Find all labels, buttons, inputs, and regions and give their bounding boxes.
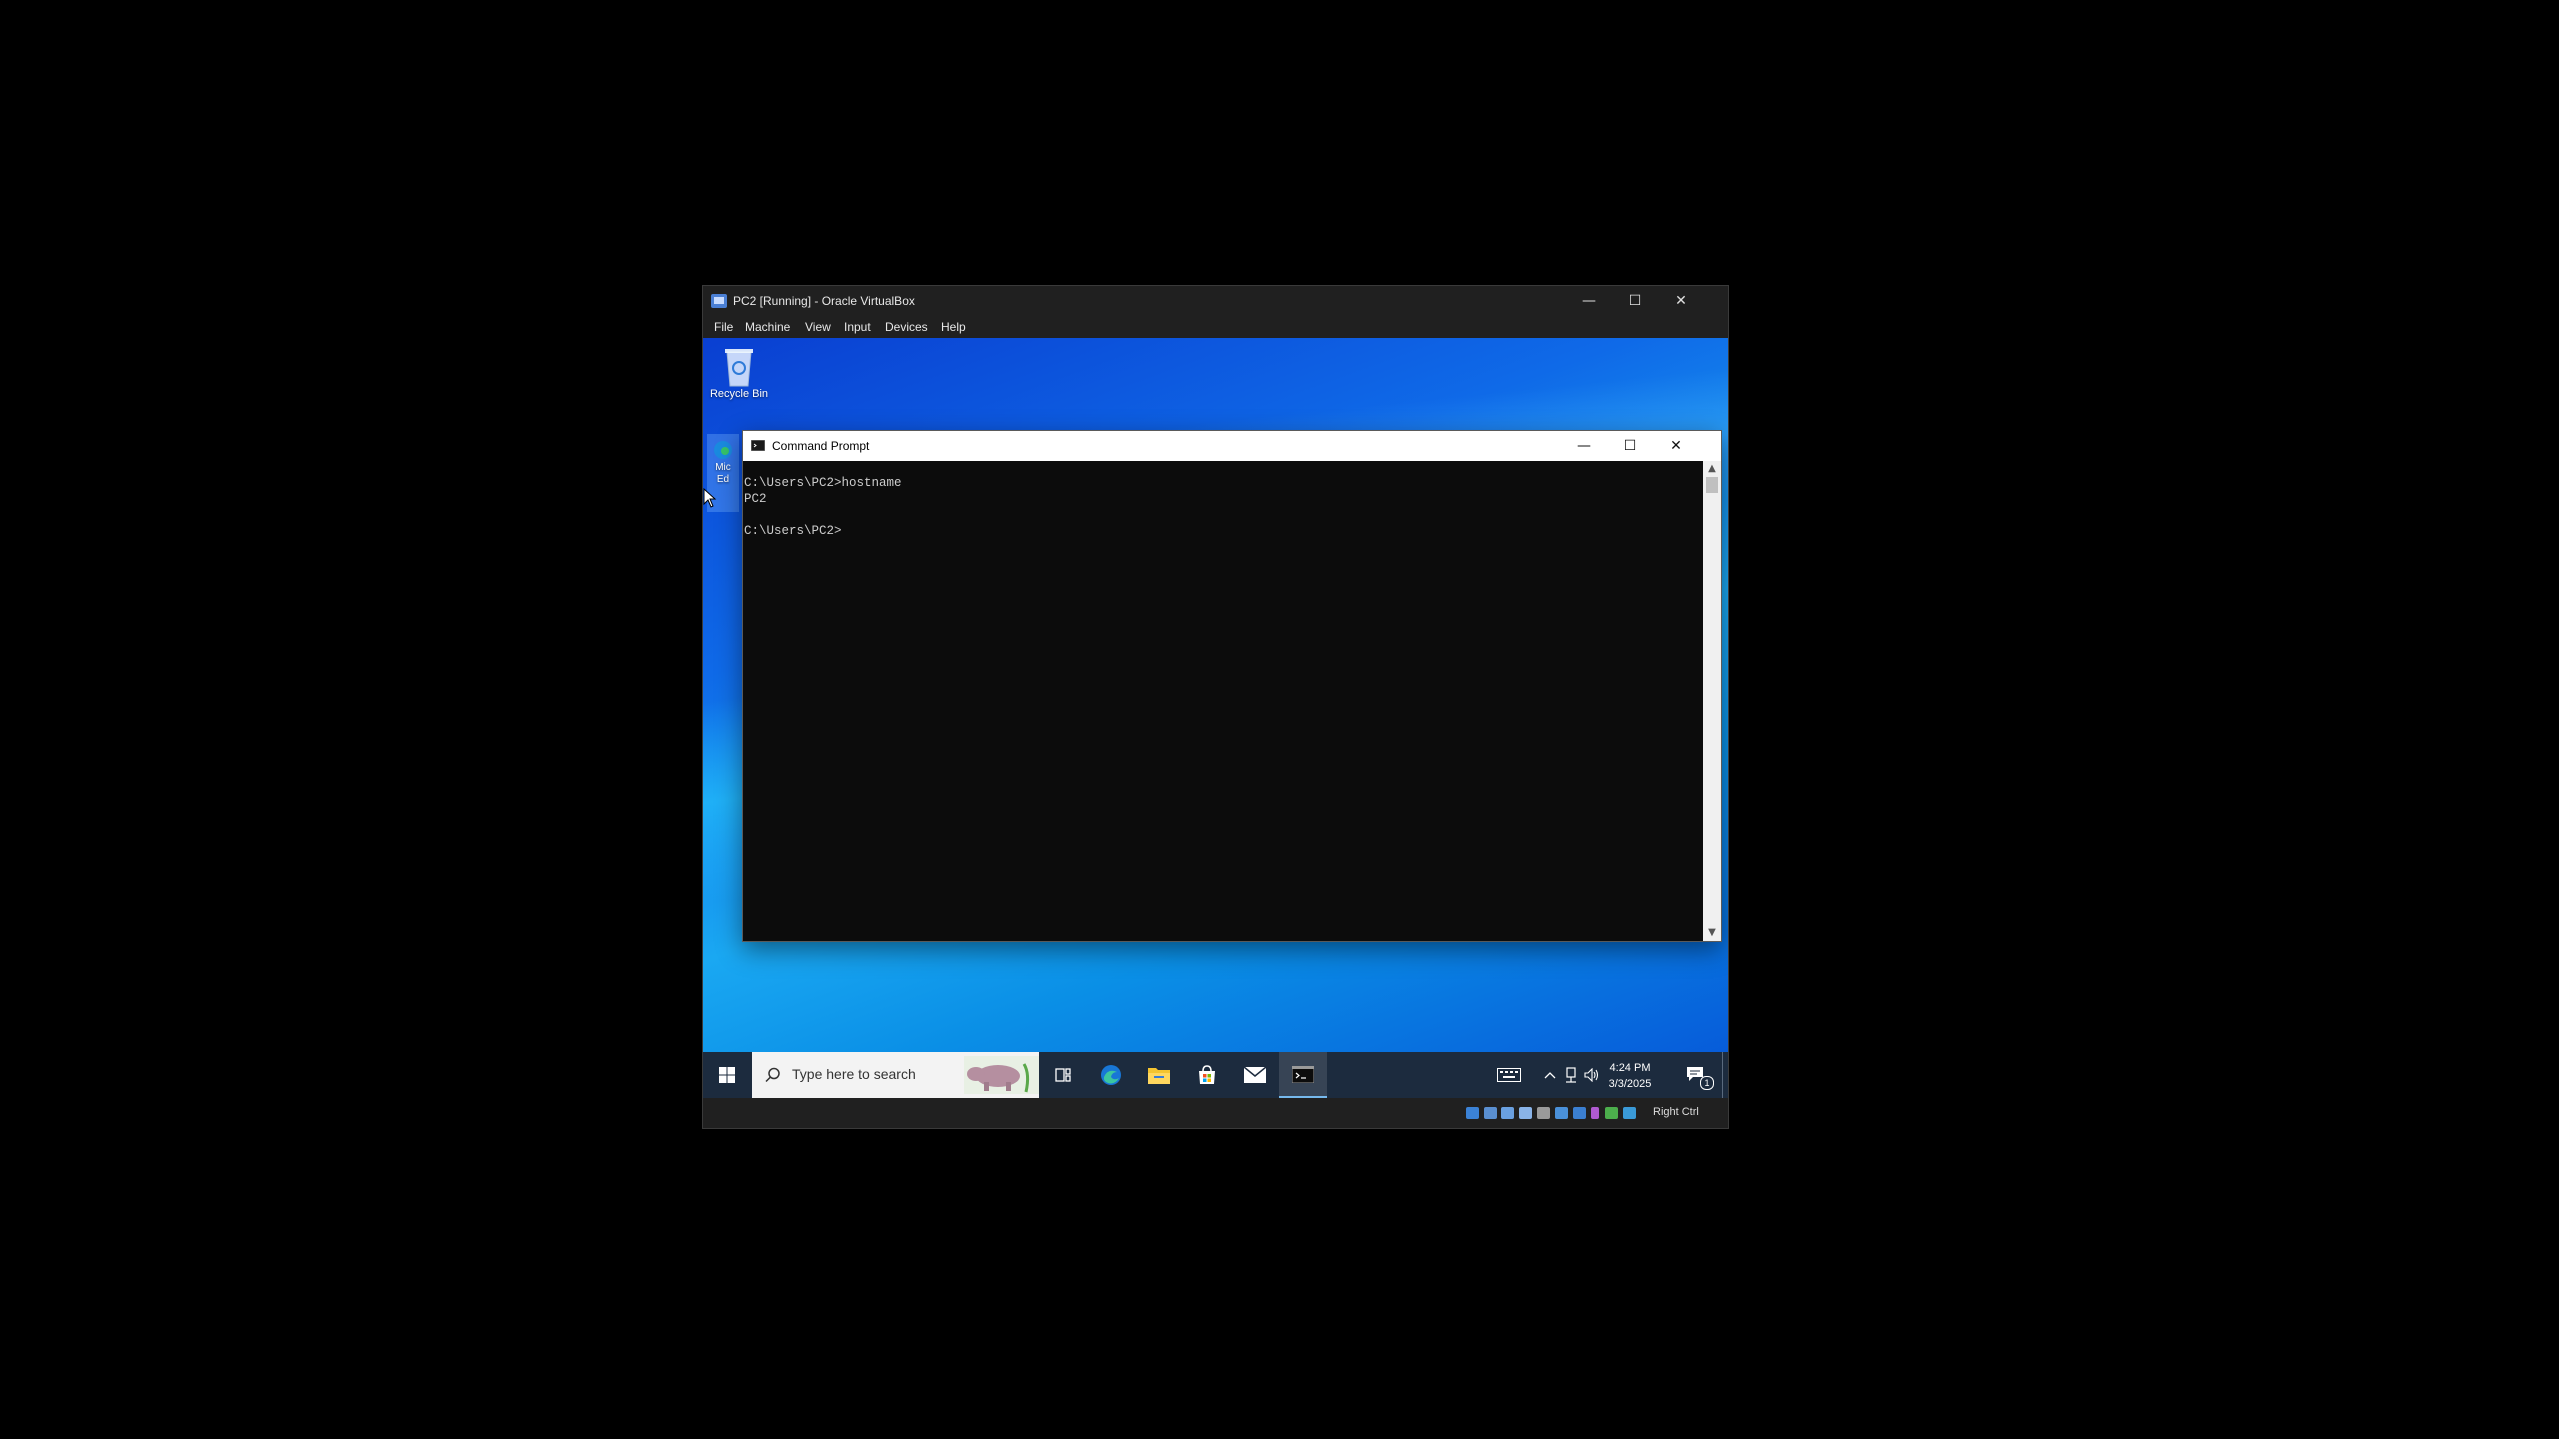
desktop-icon-label: Mic Ed <box>715 462 731 485</box>
volume-button[interactable] <box>1581 1052 1601 1098</box>
cmd-scrollbar[interactable]: ▲ ▼ <box>1703 461 1721 941</box>
search-highlight-hippo-icon <box>964 1056 1039 1094</box>
show-hidden-icons-button[interactable] <box>1539 1052 1561 1098</box>
taskbar-edge-button[interactable] <box>1087 1052 1135 1098</box>
clock-date: 3/3/2025 <box>1608 1078 1652 1090</box>
maximize-button[interactable]: ☐ <box>1612 286 1658 316</box>
touch-keyboard-icon <box>1497 1068 1521 1082</box>
shared-folders-status-icon[interactable] <box>1555 1107 1568 1119</box>
file-explorer-icon <box>1148 1068 1170 1084</box>
cmd-minimize-button[interactable]: — <box>1561 431 1607 461</box>
menu-view[interactable]: View <box>805 320 831 334</box>
menu-help[interactable]: Help <box>941 320 966 334</box>
network-icon <box>1566 1067 1576 1083</box>
taskbar-clock[interactable]: 4:24 PM 3/3/2025 <box>1603 1060 1657 1092</box>
chevron-up-icon <box>1544 1072 1556 1079</box>
desktop-icon-recycle-bin[interactable]: Recycle Bin <box>707 342 771 400</box>
cmd-app-icon <box>751 440 765 451</box>
taskbar-mail-button[interactable] <box>1231 1052 1279 1098</box>
network-status-icon[interactable] <box>1519 1107 1532 1119</box>
minimize-button[interactable]: — <box>1566 286 1612 316</box>
microsoft-store-icon <box>1199 1065 1215 1084</box>
search-icon <box>765 1067 780 1083</box>
menu-input[interactable]: Input <box>844 320 871 334</box>
start-button[interactable] <box>703 1052 751 1098</box>
menu-machine[interactable]: Machine <box>745 320 790 334</box>
cmd-close-button[interactable]: ✕ <box>1653 431 1699 461</box>
mouse-integration-status-icon[interactable] <box>1623 1107 1636 1119</box>
audio-status-icon[interactable] <box>1501 1107 1514 1119</box>
task-view-icon <box>1055 1068 1071 1082</box>
recycle-bin-icon <box>725 349 753 387</box>
display-status-icon[interactable] <box>1573 1107 1586 1119</box>
cmd-maximize-button[interactable]: ☐ <box>1607 431 1653 461</box>
host-key-label: Right Ctrl <box>1653 1106 1699 1118</box>
menu-devices[interactable]: Devices <box>885 320 928 334</box>
virtualbox-app-icon <box>711 294 727 308</box>
speaker-icon <box>1584 1068 1599 1082</box>
optical-drive-status-icon[interactable] <box>1484 1107 1497 1119</box>
scroll-down-arrow-icon[interactable]: ▼ <box>1703 925 1721 941</box>
mail-icon <box>1244 1067 1266 1083</box>
close-button[interactable]: ✕ <box>1658 286 1704 316</box>
taskbar-cmd-button[interactable] <box>1279 1052 1327 1098</box>
taskbar-search-box[interactable]: Type here to search <box>752 1052 1039 1098</box>
desktop-icon-label: Recycle Bin <box>709 388 769 400</box>
mouse-cursor-icon <box>703 488 717 508</box>
notification-center-button[interactable]: 1 <box>1676 1052 1716 1098</box>
scroll-up-arrow-icon[interactable]: ▲ <box>1703 461 1721 477</box>
clock-time: 4:24 PM <box>1609 1062 1651 1074</box>
console-output[interactable]: C:\Users\PC2>hostname PC2 C:\Users\PC2> <box>743 461 1703 941</box>
console-line: PC2 <box>744 492 767 506</box>
show-desktop-button[interactable] <box>1722 1052 1728 1098</box>
edge-shortcut-icon <box>714 441 732 459</box>
notification-badge: 1 <box>1700 1076 1714 1090</box>
console-line: C:\Users\PC2>hostname <box>744 476 902 490</box>
menu-file[interactable]: File <box>714 320 733 334</box>
cpu-status-icon[interactable] <box>1605 1107 1618 1119</box>
windows-logo-icon <box>719 1067 735 1083</box>
virtualbox-window: PC2 [Running] - Oracle VirtualBox — ☐ ✕ … <box>703 286 1728 1128</box>
virtualbox-titlebar[interactable]: PC2 [Running] - Oracle VirtualBox — ☐ ✕ <box>703 286 1728 316</box>
guest-taskbar: Type here to search 4:24 PM 3/3/2025 1 <box>703 1052 1728 1098</box>
edge-icon <box>1101 1065 1121 1085</box>
cmd-titlebar[interactable]: Command Prompt — ☐ ✕ <box>743 431 1721 461</box>
console-line: C:\Users\PC2> <box>744 524 842 538</box>
guest-desktop[interactable]: Recycle Bin Mic Ed Command Prompt — ☐ ✕ <box>703 338 1728 1098</box>
usb-status-icon[interactable] <box>1537 1107 1550 1119</box>
search-placeholder: Type here to search <box>792 1066 916 1082</box>
virtualbox-title: PC2 [Running] - Oracle VirtualBox <box>733 294 915 308</box>
network-button[interactable] <box>1561 1052 1581 1098</box>
scrollbar-thumb[interactable] <box>1706 477 1718 493</box>
recording-status-icon[interactable] <box>1591 1107 1599 1119</box>
taskbar-store-button[interactable] <box>1183 1052 1231 1098</box>
cmd-title: Command Prompt <box>772 439 870 453</box>
command-prompt-icon <box>1292 1066 1314 1083</box>
virtualbox-status-bar: Right Ctrl <box>703 1098 1728 1128</box>
task-view-button[interactable] <box>1039 1052 1087 1098</box>
virtualbox-menubar: File Machine View Input Devices Help <box>703 316 1728 338</box>
keyboard-layout-button[interactable] <box>1489 1052 1529 1098</box>
command-prompt-window[interactable]: Command Prompt — ☐ ✕ C:\Users\PC2>hostna… <box>742 430 1722 942</box>
hard-disk-status-icon[interactable] <box>1466 1107 1479 1119</box>
taskbar-file-explorer-button[interactable] <box>1135 1052 1183 1098</box>
